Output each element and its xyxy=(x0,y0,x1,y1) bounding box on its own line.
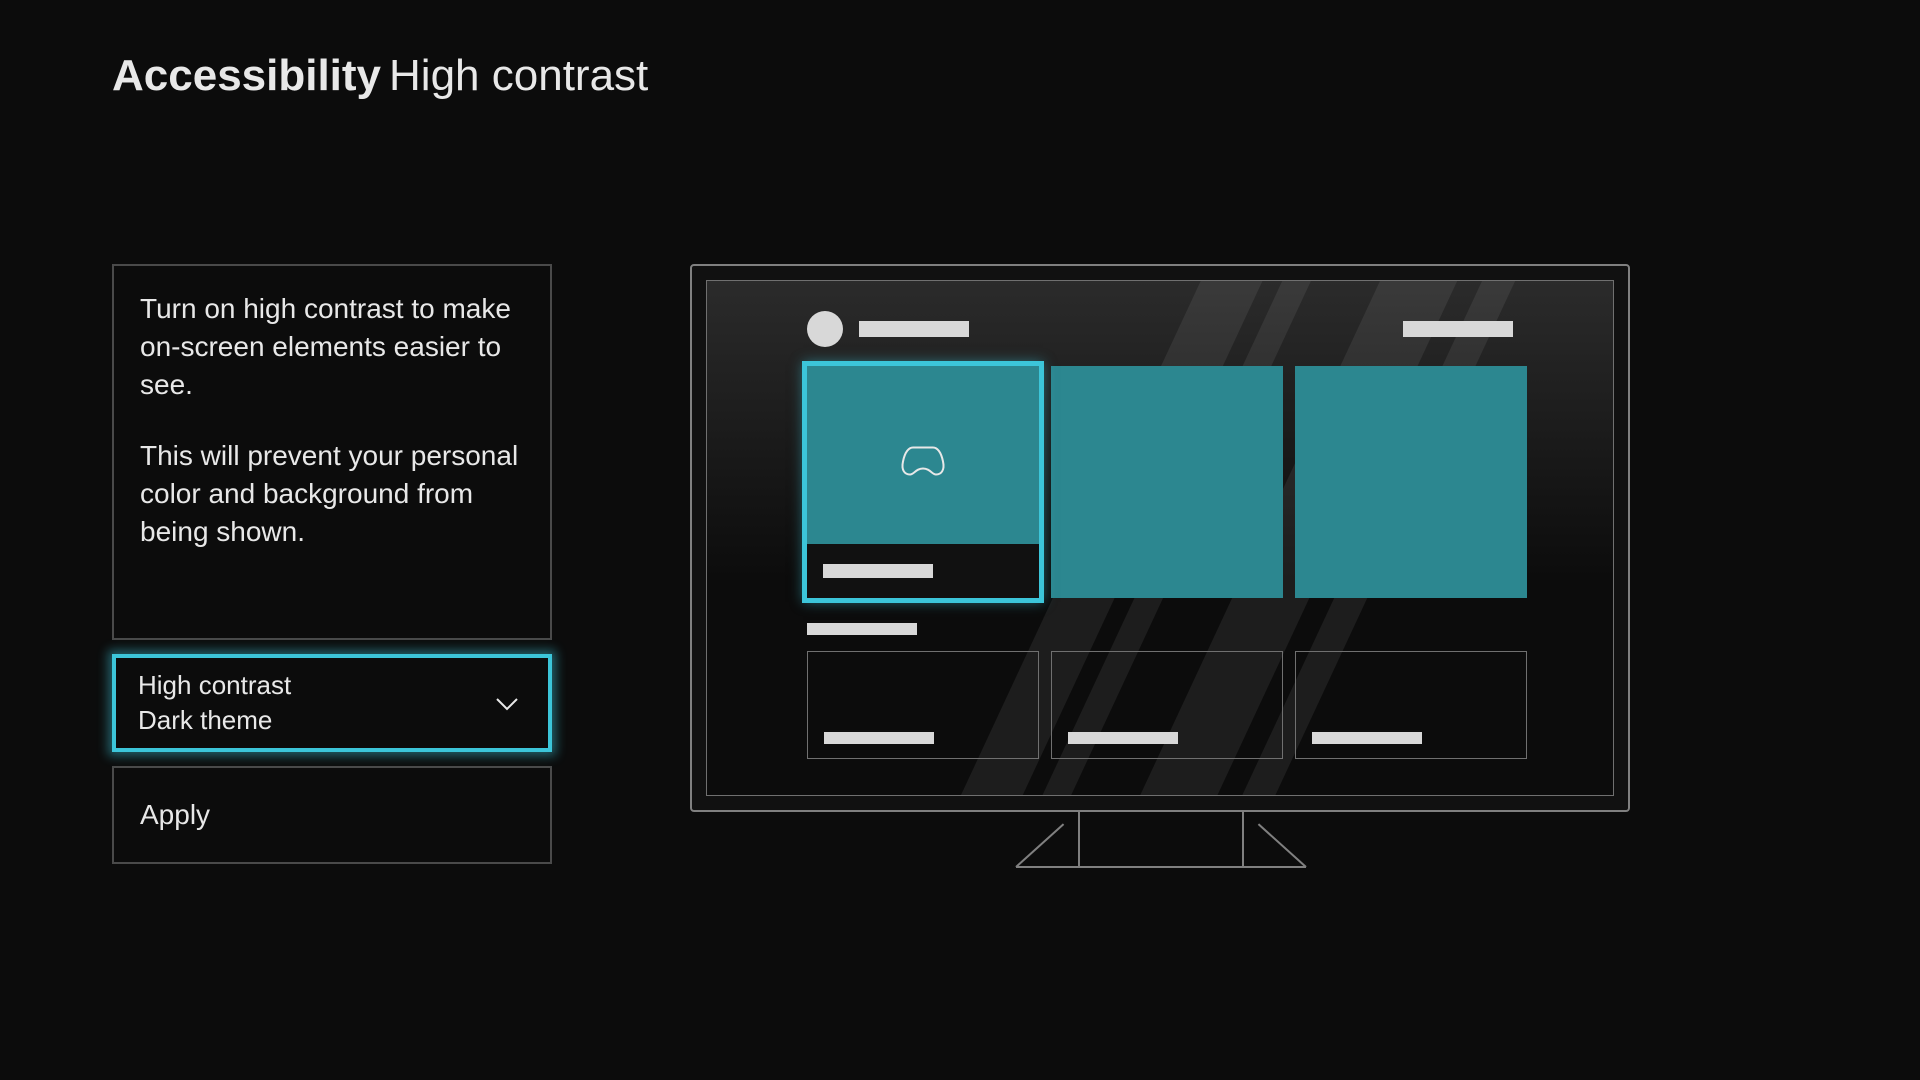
preview-card xyxy=(1051,651,1283,759)
description-line-1: Turn on high contrast to make on-screen … xyxy=(140,290,524,403)
monitor-screen xyxy=(706,280,1614,796)
monitor-stand xyxy=(1258,823,1307,867)
placeholder-bar xyxy=(1068,732,1178,744)
chevron-down-icon xyxy=(496,698,518,720)
game-controller-icon xyxy=(899,444,947,483)
preview-tile xyxy=(1295,366,1527,598)
placeholder-bar xyxy=(807,623,917,635)
preview-card xyxy=(1295,651,1527,759)
title-section: Accessibility xyxy=(112,51,381,100)
preview-tile xyxy=(1051,366,1283,598)
placeholder-bar xyxy=(824,732,934,744)
theme-preview xyxy=(690,264,1630,874)
description-card: Turn on high contrast to make on-screen … xyxy=(112,264,552,640)
description-line-2: This will prevent your personal color an… xyxy=(140,437,524,550)
placeholder-bar xyxy=(823,564,933,578)
page-title: AccessibilityHigh contrast xyxy=(112,52,648,100)
preview-card xyxy=(807,651,1039,759)
title-subsection: High contrast xyxy=(389,51,648,100)
placeholder-bar xyxy=(1403,321,1513,337)
monitor-stand xyxy=(1016,866,1306,868)
placeholder-bar xyxy=(1312,732,1422,744)
monitor-bezel xyxy=(690,264,1630,812)
apply-button-label: Apply xyxy=(140,799,210,831)
monitor-stand xyxy=(1078,812,1080,866)
preview-cards-row xyxy=(807,651,1527,759)
preview-header xyxy=(807,311,1513,347)
placeholder-bar xyxy=(859,321,969,337)
avatar-icon xyxy=(807,311,843,347)
monitor-stand xyxy=(1242,812,1244,866)
preview-tile-focused xyxy=(807,366,1039,598)
high-contrast-theme-select[interactable]: High contrast Dark theme xyxy=(112,654,552,752)
monitor-stand xyxy=(1015,823,1064,867)
preview-tile-footer xyxy=(807,544,1039,598)
apply-button[interactable]: Apply xyxy=(112,766,552,864)
preview-tiles-row xyxy=(807,366,1527,598)
select-label: High contrast xyxy=(138,670,526,701)
select-value: Dark theme xyxy=(138,705,526,736)
